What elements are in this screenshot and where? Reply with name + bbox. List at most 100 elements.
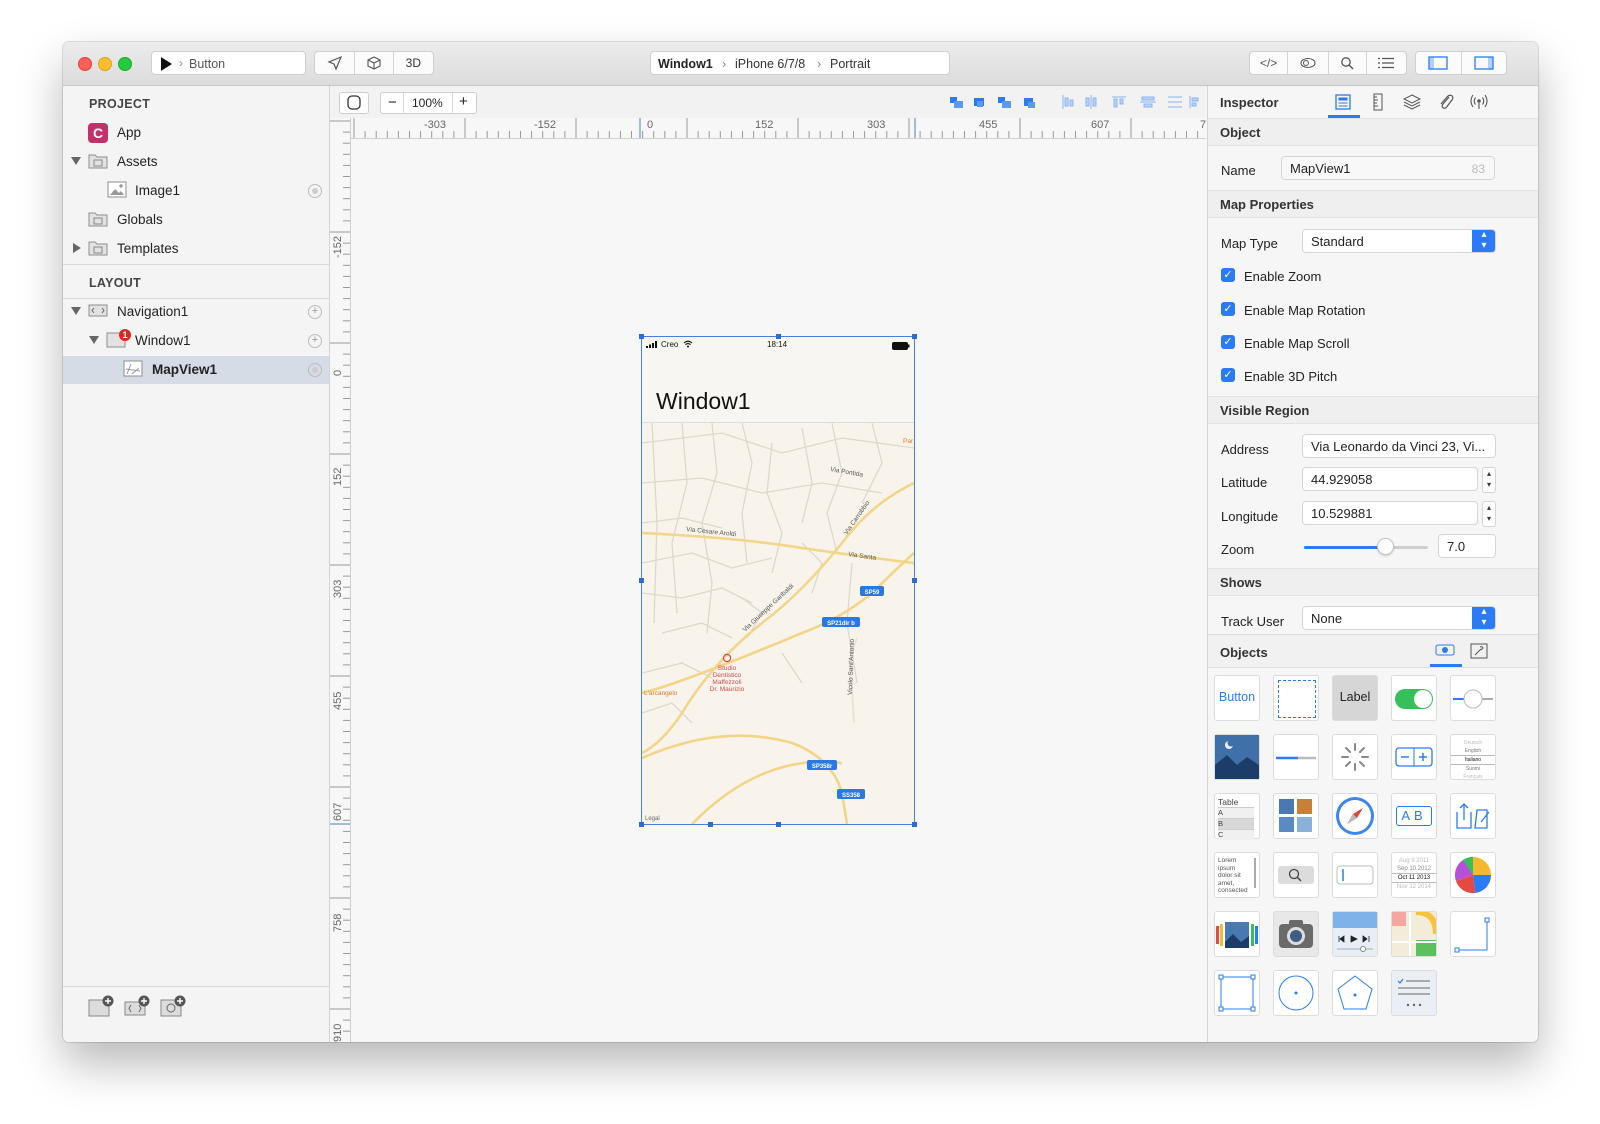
breadcrumb-window[interactable]: Window1 [658, 57, 713, 71]
resize-handle[interactable] [708, 822, 713, 827]
disclosure-down-icon[interactable] [71, 157, 81, 165]
tree-item-globals[interactable]: Globals [63, 206, 329, 234]
wrench-icon[interactable] [1470, 643, 1488, 659]
resize-handle[interactable] [776, 822, 781, 827]
longitude-stepper[interactable]: ▴ ▾ [1482, 501, 1496, 527]
object-polygon[interactable] [1332, 970, 1378, 1016]
resize-handle[interactable] [639, 822, 644, 827]
object-text-field[interactable] [1332, 852, 1378, 898]
object-image-gallery[interactable] [1214, 911, 1260, 957]
object-stepper[interactable] [1391, 734, 1437, 780]
resize-handle[interactable] [639, 334, 644, 339]
object-switch[interactable] [1391, 675, 1437, 721]
latitude-stepper[interactable]: ▴ ▾ [1482, 467, 1496, 493]
broadcast-icon[interactable] [1470, 93, 1488, 111]
add-tab-icon[interactable] [159, 994, 187, 1018]
layers-icon[interactable] [1402, 93, 1422, 111]
object-date-picker[interactable]: Aug 9 2011 Sep 10 2012 Oct 11 2013 Nov 1… [1391, 852, 1437, 898]
disclosure-right-icon[interactable] [73, 243, 81, 253]
object-progress[interactable] [1273, 734, 1319, 780]
resize-handle[interactable] [912, 334, 917, 339]
object-collection[interactable] [1273, 793, 1319, 839]
package-icon[interactable] [355, 52, 394, 74]
send-icon[interactable] [315, 52, 356, 74]
3d-view-button[interactable]: 3D [394, 52, 433, 74]
object-chart[interactable] [1450, 852, 1496, 898]
paperclip-icon[interactable] [1437, 93, 1455, 111]
disclosure-down-icon[interactable] [89, 336, 99, 344]
object-picker[interactable]: Deutsch English Italiano Suomi Français [1450, 734, 1496, 780]
enable-3d-pitch-checkbox[interactable]: ✓ [1221, 368, 1235, 382]
tree-item-window1[interactable]: 1 Window1 + [63, 327, 329, 355]
enable-map-rotation-checkbox[interactable]: ✓ [1221, 302, 1235, 316]
object-line[interactable] [1450, 911, 1496, 957]
play-icon[interactable] [161, 57, 172, 71]
attributes-icon[interactable] [1334, 93, 1352, 111]
map-view[interactable]: Via Cesare Aroldi Via Carrobbio Via Sant… [642, 423, 914, 824]
object-slider[interactable] [1450, 675, 1496, 721]
add-child-icon[interactable]: + [308, 305, 322, 319]
latitude-field[interactable]: 44.929058 [1302, 467, 1478, 491]
object-table[interactable]: Table A B C [1214, 793, 1260, 840]
object-activity-indicator[interactable] [1332, 734, 1378, 780]
tree-item-image1[interactable]: Image1 [63, 177, 329, 205]
resize-handle[interactable] [912, 578, 917, 583]
zoom-slider-knob[interactable] [1376, 538, 1394, 555]
longitude-field[interactable]: 10.529881 [1302, 501, 1478, 525]
left-panel-toggle-icon[interactable] [1416, 52, 1462, 74]
preview-icon[interactable] [1288, 52, 1329, 74]
zoom-field[interactable]: 7.0 [1438, 534, 1496, 558]
enable-zoom-checkbox[interactable]: ✓ [1221, 268, 1235, 282]
resize-handle[interactable] [639, 578, 644, 583]
tree-item-app[interactable]: C App [63, 119, 329, 147]
resize-handle[interactable] [776, 334, 781, 339]
code-icon[interactable]: </> [1250, 52, 1289, 74]
device-shape-button[interactable] [339, 92, 369, 114]
object-map[interactable] [1391, 909, 1439, 957]
breadcrumb-device[interactable]: iPhone 6/7/8 [735, 57, 805, 71]
zoom-slider-track[interactable] [1304, 538, 1428, 555]
list-icon[interactable] [1367, 52, 1406, 74]
add-navigation-icon[interactable] [123, 994, 151, 1018]
add-window-icon[interactable] [87, 994, 115, 1018]
close-window-button[interactable] [78, 57, 92, 71]
item-options-icon[interactable] [308, 363, 322, 377]
object-search-bar[interactable] [1273, 852, 1319, 898]
arrange-icons[interactable] [948, 95, 1046, 111]
object-media-player[interactable] [1332, 911, 1378, 957]
object-text-view[interactable]: Lorem ipsum dolor sit amet, consected [1214, 852, 1260, 898]
legal-link[interactable]: Legal [645, 816, 660, 822]
zoom-in-icon[interactable]: + [459, 93, 468, 110]
run-scheme-selector[interactable]: › Button [151, 51, 306, 75]
object-image[interactable] [1214, 734, 1260, 780]
map-type-select[interactable]: Standard ▴ ▾ [1302, 229, 1496, 253]
right-panel-toggle-icon[interactable] [1462, 52, 1507, 74]
tree-item-assets[interactable]: Assets [63, 148, 329, 176]
track-user-select[interactable]: None ▴ ▾ [1302, 606, 1496, 630]
object-button[interactable]: Button [1214, 675, 1260, 721]
enable-map-scroll-checkbox[interactable]: ✓ [1221, 335, 1235, 349]
object-camera[interactable] [1273, 911, 1319, 957]
objects-library-icon[interactable] [1435, 643, 1455, 657]
minimize-window-button[interactable] [98, 57, 112, 71]
object-web-view[interactable] [1332, 793, 1378, 839]
search-icon[interactable] [1329, 52, 1367, 74]
object-form[interactable] [1391, 970, 1437, 1016]
name-field[interactable]: MapView1 83 [1281, 156, 1495, 180]
tree-item-mapview1[interactable]: MapView1 [63, 356, 329, 384]
object-segmented[interactable]: AB [1391, 793, 1437, 839]
zoom-window-button[interactable] [118, 57, 132, 71]
object-circle[interactable] [1273, 970, 1319, 1016]
disclosure-down-icon[interactable] [71, 307, 81, 315]
zoom-out-icon[interactable]: − [388, 94, 397, 111]
phone-preview[interactable]: Creo 18:14 Window1 Via Cesare Aroldi Via… [639, 334, 917, 827]
add-child-icon[interactable]: + [308, 334, 322, 348]
tree-item-navigation1[interactable]: Navigation1 + [63, 298, 329, 326]
object-toolbar[interactable] [1450, 793, 1496, 839]
object-view[interactable] [1273, 675, 1319, 721]
address-field[interactable]: Via Leonardo da Vinci 23, Vi... [1302, 434, 1496, 458]
align-icons[interactable] [1060, 94, 1200, 110]
resize-handle[interactable] [912, 822, 917, 827]
ruler-icon[interactable] [1369, 93, 1387, 111]
item-options-icon[interactable] [308, 184, 322, 198]
